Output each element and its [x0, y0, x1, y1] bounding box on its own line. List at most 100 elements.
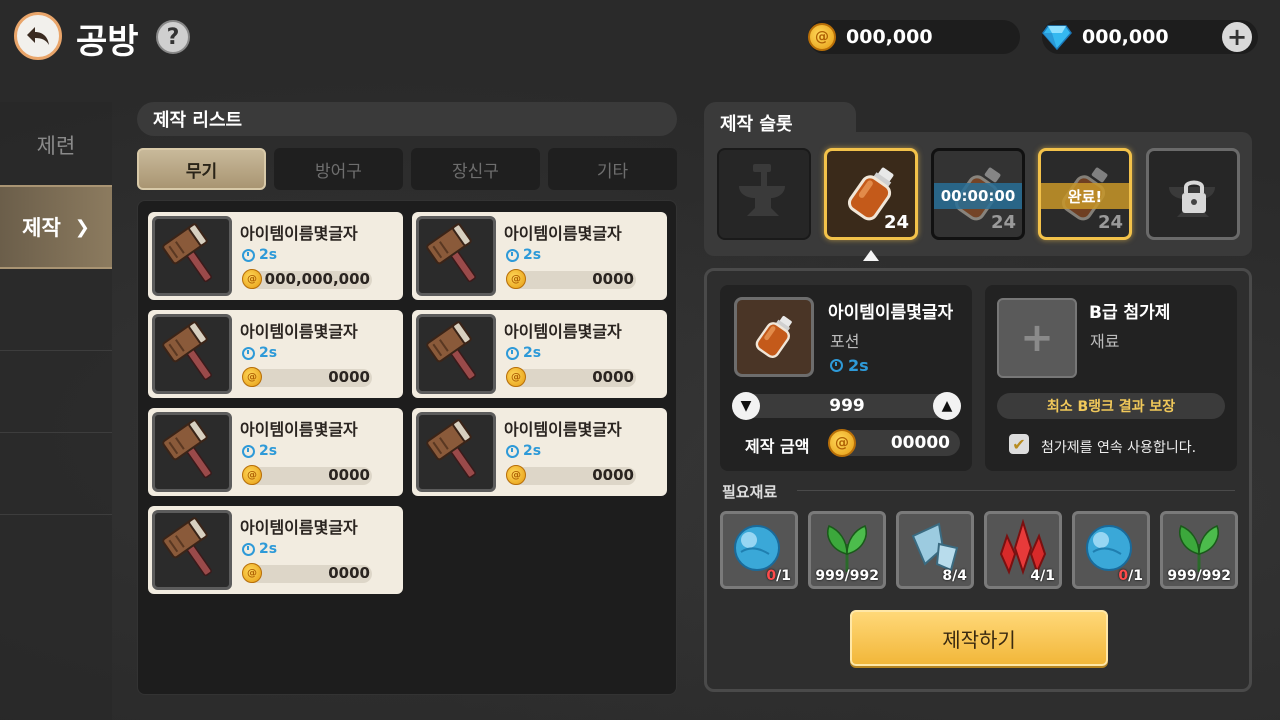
material-count: 0/1 — [1118, 568, 1143, 584]
clock-icon — [506, 444, 519, 458]
craft-slot-selected[interactable]: 24 — [824, 148, 918, 240]
back-button[interactable] — [14, 12, 62, 60]
craft-list-header: 제작 리스트 — [137, 102, 677, 136]
sidebar-divider — [0, 432, 112, 433]
item-time-value: 2s — [523, 247, 542, 263]
slot-timer: 00:00:00 — [934, 183, 1022, 209]
craft-button[interactable]: 제작하기 — [850, 610, 1108, 666]
selected-item-time: 2s — [830, 356, 869, 375]
guarantee-badge: 최소 B랭크 결과 보장 — [997, 393, 1225, 419]
craft-item-card[interactable]: 아이템이름몇글자 2s @0000 — [412, 408, 667, 496]
material-slot[interactable]: 999/992 — [1160, 511, 1238, 589]
material-slot[interactable]: 0/1 — [1072, 511, 1150, 589]
help-button[interactable]: ? — [156, 20, 190, 54]
item-time: 2s — [506, 247, 541, 263]
hammer-icon — [152, 314, 232, 394]
back-arrow-icon — [27, 27, 49, 45]
material-need: /992 — [1196, 568, 1231, 584]
craft-item-card[interactable]: 아이템이름몇글자 2s @0000 — [148, 310, 403, 398]
item-time: 2s — [242, 247, 277, 263]
material-need: /4 — [952, 568, 967, 584]
tab-etc[interactable]: 기타 — [548, 148, 677, 190]
selected-item-name: 아이템이름몇글자 — [828, 303, 954, 323]
sidebar-divider — [0, 514, 112, 515]
clock-icon — [242, 346, 255, 360]
hammer-icon — [416, 216, 496, 296]
tab-armor[interactable]: 방어구 — [274, 148, 403, 190]
hammer-icon — [416, 412, 496, 492]
sidebar-divider — [0, 350, 112, 351]
material-have: 0 — [766, 568, 777, 584]
item-time: 2s — [506, 345, 541, 361]
gold-coin-icon: @ — [506, 465, 526, 485]
material-need: /1 — [776, 568, 791, 584]
quantity-value: 999 — [829, 396, 865, 416]
material-slot[interactable]: 4/1 — [984, 511, 1062, 589]
quantity-increase-button[interactable]: ▲ — [933, 392, 961, 420]
hammer-icon — [416, 314, 496, 394]
selected-item-type: 포션 — [830, 332, 860, 351]
tab-weapon[interactable]: 무기 — [137, 148, 266, 190]
material-need: /992 — [844, 568, 879, 584]
item-price: 0000 — [328, 564, 370, 582]
material-need: /1 — [1128, 568, 1143, 584]
craft-item-card[interactable]: 아이템이름몇글자 2s @0000 — [412, 310, 667, 398]
material-slot[interactable]: 0/1 — [720, 511, 798, 589]
clock-icon — [506, 346, 519, 360]
item-price: 0000 — [592, 368, 634, 386]
tab-accessory[interactable]: 장신구 — [411, 148, 540, 190]
craft-cost-label: 제작 금액 — [745, 437, 810, 456]
gold-coin-icon: @ — [242, 367, 262, 387]
slot-count: 24 — [1097, 212, 1123, 233]
additive-title: B급 첨가제 — [1089, 303, 1171, 323]
craft-slot-empty[interactable] — [717, 148, 811, 240]
page-title: 공방 — [76, 22, 139, 62]
item-time: 2s — [242, 345, 277, 361]
potion-icon — [755, 315, 792, 358]
material-have: 0 — [1118, 568, 1129, 584]
gold-coin-icon: @ — [506, 367, 526, 387]
material-need: /1 — [1040, 568, 1055, 584]
sidebar-item-label: 제작 — [22, 216, 61, 240]
sidebar-item-refine[interactable]: 제련 — [0, 104, 112, 186]
craft-slot-in-progress[interactable]: 00:00:00 24 — [931, 148, 1025, 240]
slot-pointer-icon — [863, 250, 879, 261]
add-gems-button[interactable]: + — [1222, 22, 1252, 52]
craft-item-card[interactable]: 아이템이름몇글자 2s @0000 — [148, 408, 403, 496]
material-count: 4/1 — [1030, 568, 1055, 584]
gold-coin-icon: @ — [242, 465, 262, 485]
anvil-icon — [739, 164, 785, 216]
craft-list-title: 제작 리스트 — [153, 110, 243, 131]
sidebar-item-craft[interactable]: 제작 ❯ — [0, 185, 112, 269]
material-count: 0/1 — [766, 568, 791, 584]
craft-slot-locked[interactable] — [1146, 148, 1240, 240]
gold-amount: 000,000 — [846, 26, 933, 48]
gem-currency: 000,000 + — [1042, 20, 1258, 54]
material-slot[interactable]: 999/992 — [808, 511, 886, 589]
add-additive-button[interactable]: + — [997, 298, 1077, 378]
item-name: 아이템이름몇글자 — [240, 420, 358, 439]
item-price: 0000 — [328, 466, 370, 484]
sidebar-item-label: 제련 — [36, 133, 76, 158]
craft-item-card[interactable]: 아이템이름몇글자 2s @0000 — [148, 506, 403, 594]
item-price: 0000 — [592, 466, 634, 484]
hammer-icon — [152, 510, 232, 590]
item-time: 2s — [242, 541, 277, 557]
selected-item-icon — [734, 297, 814, 377]
craft-slot-complete[interactable]: 완료! 24 — [1038, 148, 1132, 240]
item-price: 0000 — [592, 270, 634, 288]
clock-icon — [830, 359, 843, 372]
item-name: 아이템이름몇글자 — [240, 322, 358, 341]
item-time: 2s — [506, 443, 541, 459]
gold-currency: @ 000,000 — [808, 20, 1020, 54]
item-name: 아이템이름몇글자 — [240, 224, 358, 243]
clock-icon — [242, 542, 255, 556]
auto-use-checkbox[interactable]: ✔ — [1009, 434, 1029, 454]
material-slot[interactable]: 8/4 — [896, 511, 974, 589]
gold-coin-icon: @ — [808, 23, 836, 51]
craft-item-card[interactable]: 아이템이름몇글자 2s @0000 — [412, 212, 667, 300]
hammer-icon — [152, 412, 232, 492]
craft-item-card[interactable]: 아이템이름몇글자 2s @000,000,000 — [148, 212, 403, 300]
slot-complete-label: 완료! — [1041, 183, 1129, 209]
item-price: 0000 — [328, 368, 370, 386]
